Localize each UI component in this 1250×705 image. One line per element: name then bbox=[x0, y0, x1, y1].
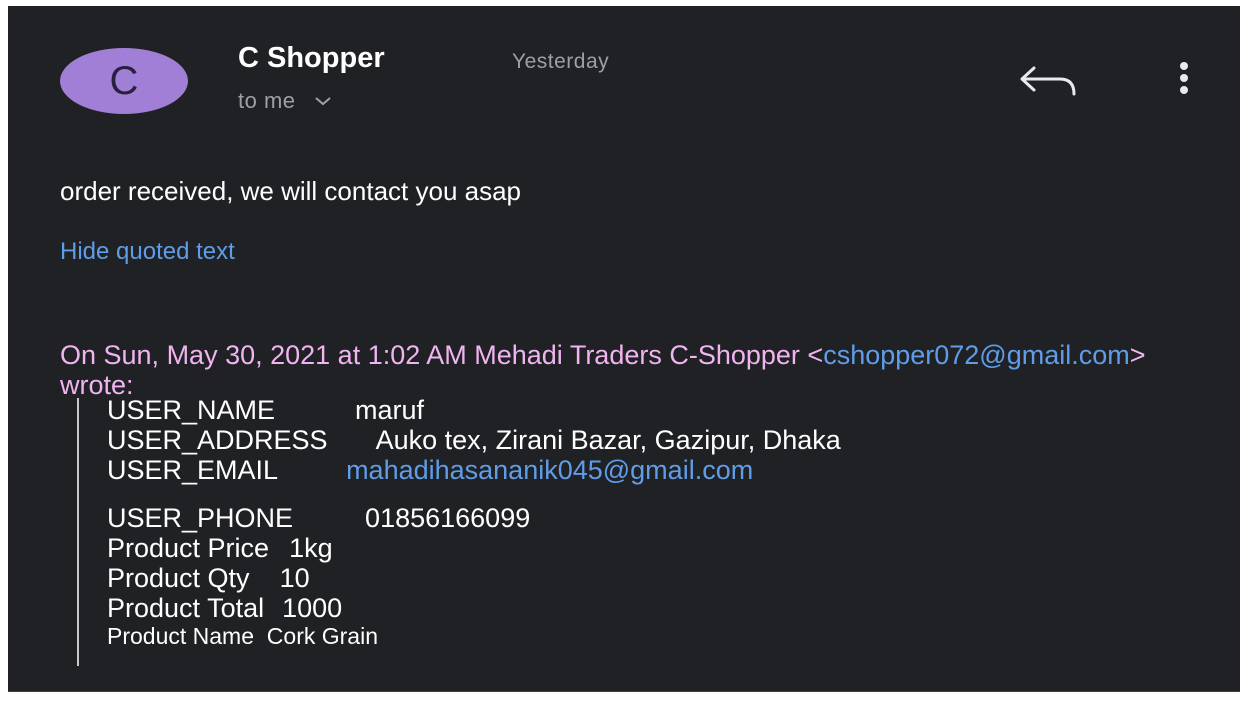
user-phone-row: USER_PHONE 01856166099 bbox=[107, 503, 1217, 533]
product-qty-label: Product Qty bbox=[107, 563, 250, 593]
quote-header: On Sun, May 30, 2021 at 1:02 AM Mehadi T… bbox=[60, 340, 1180, 400]
user-email-link[interactable]: mahadihasananik045@gmail.com bbox=[346, 455, 753, 485]
product-name-label: Product Name bbox=[107, 623, 255, 649]
product-total-label: Product Total bbox=[107, 593, 265, 623]
quote-bar bbox=[77, 398, 79, 666]
user-phone-label: USER_PHONE bbox=[107, 503, 294, 533]
product-price-label: Product Price bbox=[107, 533, 270, 563]
product-qty-row: Product Qty 10 bbox=[107, 563, 1217, 593]
divider bbox=[8, 691, 1240, 692]
recipient-label: to me bbox=[238, 88, 296, 113]
product-qty-value: 10 bbox=[279, 563, 310, 593]
sender-name: C Shopper bbox=[238, 42, 385, 74]
product-price-row: Product Price 1kg bbox=[107, 533, 1217, 563]
email-view: C C Shopper Yesterday to me order receiv… bbox=[8, 6, 1240, 692]
message-body: order received, we will contact you asap bbox=[60, 176, 522, 206]
product-name-value: Cork Grain bbox=[266, 623, 378, 649]
avatar-letter: C bbox=[109, 58, 139, 103]
recipient-toggle[interactable]: to me bbox=[238, 88, 332, 114]
user-name-label: USER_NAME bbox=[107, 395, 276, 425]
reply-icon[interactable] bbox=[1018, 64, 1082, 100]
more-vert-icon[interactable] bbox=[1176, 60, 1192, 100]
user-address-value: Auko tex, Zirani Bazar, Gazipur, Dhaka bbox=[375, 425, 841, 455]
quoted-content: USER_NAME maruf USER_ADDRESS Auko tex, Zir… bbox=[107, 395, 1217, 649]
user-name-row: USER_NAME maruf bbox=[107, 395, 1217, 425]
user-phone-value: 01856166099 bbox=[365, 503, 531, 533]
user-email-label: USER_EMAIL bbox=[107, 455, 279, 485]
user-email-row: USER_EMAIL mahadihasananik045@gmail.com bbox=[107, 455, 1217, 485]
product-total-row: Product Total 1000 bbox=[107, 593, 1217, 623]
user-name-value: maruf bbox=[355, 395, 425, 425]
product-price-value: 1kg bbox=[289, 533, 333, 563]
chevron-down-icon bbox=[314, 90, 332, 111]
user-address-row: USER_ADDRESS Auko tex, Zirani Bazar, Gazi… bbox=[107, 425, 1217, 455]
sender-email-link[interactable]: cshopper072@gmail.com bbox=[823, 340, 1130, 370]
product-total-value: 1000 bbox=[282, 593, 343, 623]
user-address-label: USER_ADDRESS bbox=[107, 425, 328, 455]
quote-intro: On Sun, May 30, 2021 at 1:02 AM Mehadi T… bbox=[60, 340, 824, 370]
product-name-row: Product Name Cork Grain bbox=[107, 623, 1217, 649]
sender-avatar[interactable]: C bbox=[60, 48, 188, 114]
message-time: Yesterday bbox=[512, 50, 610, 73]
hide-quoted-text-link[interactable]: Hide quoted text bbox=[60, 238, 235, 266]
